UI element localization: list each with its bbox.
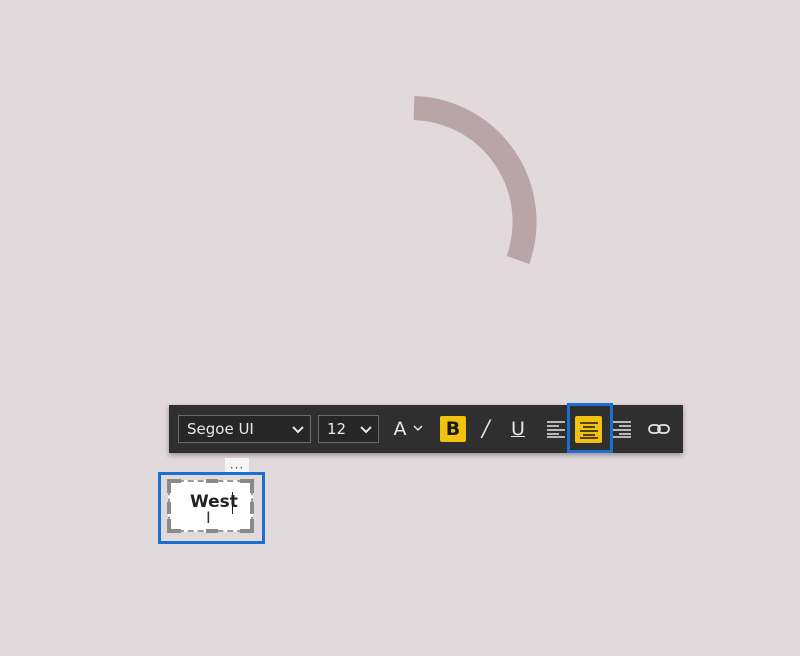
font-family-value: Segoe UI [187, 420, 254, 438]
underline-button[interactable]: U [506, 415, 530, 443]
link-icon [648, 424, 670, 434]
insert-link-button[interactable] [646, 415, 672, 443]
align-right-button[interactable] [610, 415, 634, 443]
font-size-dropdown[interactable]: 12 [318, 415, 379, 443]
report-canvas[interactable] [0, 0, 800, 656]
chevron-down-icon [360, 426, 372, 434]
align-right-icon [613, 421, 631, 438]
bold-label: B [445, 418, 461, 440]
chevron-down-icon [292, 426, 304, 434]
font-color-button[interactable]: A [388, 415, 428, 443]
font-color-label: A [393, 418, 407, 440]
donut-arc-visual[interactable] [0, 0, 800, 656]
font-size-value: 12 [327, 420, 347, 438]
bold-button[interactable]: B [440, 416, 466, 442]
align-left-button[interactable] [544, 415, 568, 443]
underline-label: U [511, 418, 525, 440]
align-center-highlight [567, 403, 613, 453]
font-family-dropdown[interactable]: Segoe UI [178, 415, 311, 443]
text-box-highlight [158, 472, 265, 544]
chevron-down-icon [412, 425, 423, 432]
italic-button[interactable]: / [475, 415, 497, 443]
italic-label: / [482, 416, 490, 442]
align-left-icon [547, 421, 565, 438]
